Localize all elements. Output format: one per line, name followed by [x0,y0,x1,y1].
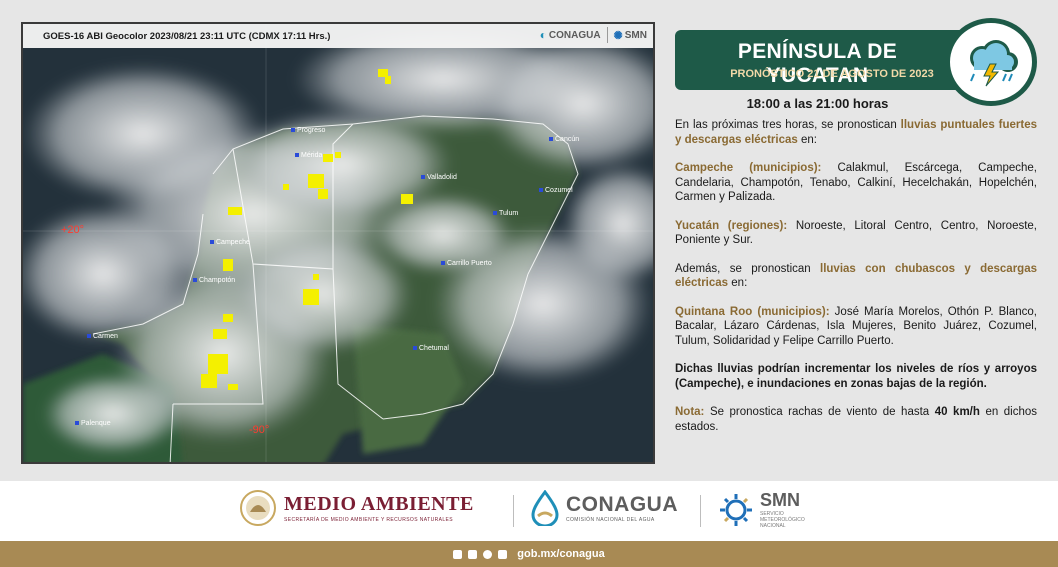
also-paragraph: Además, se pronostican lluvias con chuba… [675,262,1037,291]
longitude-label: -90° [249,424,270,436]
gob-link[interactable]: gob.mx/conagua [517,548,604,560]
note-text: Se pronostica rachas de viento de hasta [709,406,930,418]
region-title: PENÍNSULA DE YUCATAN [737,40,898,87]
smn-mini-icon: ✺ [613,29,623,42]
also-end: en: [731,277,748,289]
bottom-bar: gob.mx/conagua [0,541,1058,567]
satellite-timestamp: GOES-16 ABI Geocolor 2023/08/21 23:11 UT… [43,30,331,42]
twitter-icon[interactable] [468,549,478,559]
forecast-date: PRONÓSTICO 21 DE AGOSTO DE 2023 [730,68,934,80]
campeche-paragraph: Campeche (municipios): Calakmul, Escárce… [675,161,1037,205]
smn-sun-icon [720,493,752,526]
note-label: Nota: [675,406,705,418]
conagua-mini-label: CONAGUA [548,29,601,41]
yucatan-paragraph: Yucatán (regiones): Noroeste, Litoral Ce… [675,219,1037,248]
city-label: Mérida [295,152,322,159]
city-label: Palenque [75,420,111,427]
logo-divider [606,27,608,43]
city-label: Cancún [549,136,579,143]
city-label: Carmen [87,333,118,340]
footer: MEDIO AMBIENTE SECRETARÍA DE MEDIO AMBIE… [0,481,1058,541]
conagua-text: CONAGUA COMISIÓN NACIONAL DEL AGUA [566,493,678,523]
city-label: Champotón [193,277,235,284]
city-label: Chetumal [413,345,449,352]
conagua-logo: CONAGUA COMISIÓN NACIONAL DEL AGUA [530,490,678,526]
forecast-body: En las próximas tres horas, se pronostic… [675,118,1037,448]
smn-mini-logo: ✺ SMN [614,29,647,42]
medio-ambiente-logo: MEDIO AMBIENTE SECRETARÍA DE MEDIO AMBIE… [240,490,474,526]
ma-title: MEDIO AMBIENTE [284,493,474,515]
satellite-logos: ◐ CONAGUA ✺ SMN [540,27,647,43]
satellite-image: GOES-16 ABI Geocolor 2023/08/21 23:11 UT… [21,22,655,464]
conagua-mini-icon: ◐ [539,28,547,42]
city-label: Campeche [210,239,250,246]
qroo-label: Quintana Roo (municipios): [675,305,830,318]
satellite-scene [23,24,653,462]
youtube-icon[interactable] [498,549,508,559]
yucatan-label: Yucatán (regiones): [675,219,788,232]
conagua-title: CONAGUA [566,493,678,516]
conagua-mini-logo: ◐ CONAGUA [540,28,601,42]
instagram-icon[interactable] [483,549,493,559]
campeche-label: Campeche (municipios): [675,162,822,174]
mexico-seal-icon [240,490,276,526]
intro-text: En las próximas tres horas, se pronostic… [675,119,897,131]
qroo-paragraph: Quintana Roo (municipios): José María Mo… [675,305,1037,349]
city-label: Cozumel [539,187,573,194]
city-label: Carrillo Puerto [441,260,492,267]
intro-end: en: [800,133,817,146]
ma-subtitle: SECRETARÍA DE MEDIO AMBIENTE Y RECURSOS … [284,517,453,523]
satellite-header: GOES-16 ABI Geocolor 2023/08/21 23:11 UT… [23,24,653,48]
storm-cloud-icon [970,40,1018,87]
facebook-icon[interactable] [453,549,463,559]
smn-text: SMN SERVICIO METEOROLÓGICO NACIONAL [760,490,805,529]
footer-divider [700,495,701,527]
conagua-subtitle: COMISIÓN NACIONAL DEL AGUA [566,517,655,523]
intro-paragraph: En las próximas tres horas, se pronostic… [675,118,1037,147]
smn-title: SMN [760,490,800,510]
conagua-drop-icon [531,490,559,526]
footer-divider [513,495,514,527]
note-paragraph: Nota: Se pronostica rachas de viento de … [675,405,1037,434]
also-text: Además, se pronostican [675,262,811,275]
smn-logo: SMN SERVICIO METEOROLÓGICO NACIONAL [718,490,805,529]
time-range: 18:00 a las 21:00 horas [746,96,889,111]
city-label: Valladolid [421,174,457,181]
city-label: Tulum [493,210,518,217]
warning-paragraph: Dichas lluvias podrían incrementar los n… [675,363,1037,390]
city-label: Progreso [291,127,325,134]
smn-subtitle-3: NACIONAL [760,523,786,529]
smn-mini-label: SMN [624,29,647,41]
ma-text: MEDIO AMBIENTE SECRETARÍA DE MEDIO AMBIE… [284,493,474,523]
latitude-label: +20° [61,224,85,236]
weather-badge [945,18,1037,106]
wind-value: 40 km/h [934,406,980,418]
